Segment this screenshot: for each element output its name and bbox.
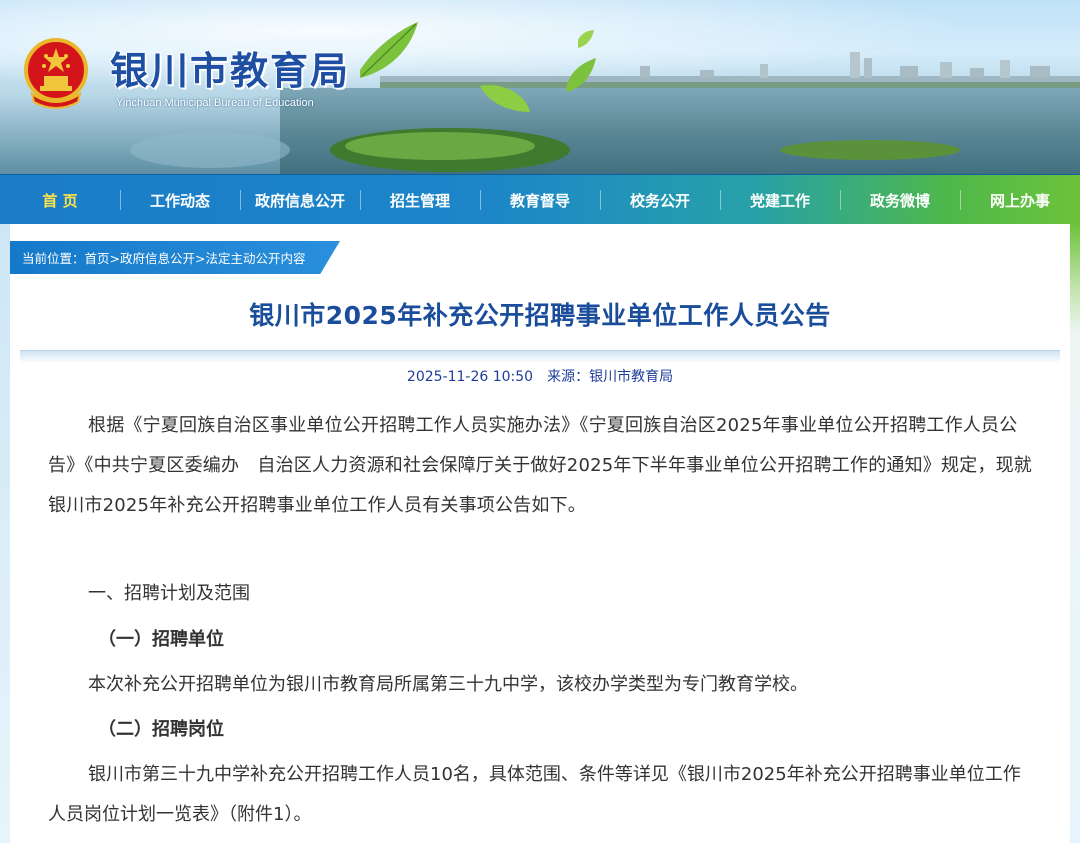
article-source: 来源：银川市教育局 <box>547 369 674 385</box>
title-divider <box>20 350 1060 363</box>
nav-item-home[interactable]: 首 页 <box>0 175 120 225</box>
nav-item-weibo[interactable]: 政务微博 <box>840 175 960 225</box>
breadcrumb: 当前位置： 首页 >政府信息公开 >法定主动公开内容 <box>10 241 340 274</box>
national-emblem-icon <box>24 38 88 109</box>
paragraph-recruiting-unit: 本次补充公开招聘单位为银川市教育局所属第三十九中学，该校办学类型为专门教育学校。 <box>88 674 808 695</box>
breadcrumb-link-gov-info[interactable]: >政府信息公开 <box>110 248 195 267</box>
subheading-recruiting-unit: （一）招聘单位 <box>98 629 224 650</box>
left-margin <box>0 224 10 843</box>
nav-item-enrollment[interactable]: 招生管理 <box>360 175 480 225</box>
breadcrumb-link-statutory[interactable]: >法定主动公开内容 <box>195 248 305 267</box>
site-title: 银川市教育局 <box>110 49 351 93</box>
section-heading-1: 一、招聘计划及范围 <box>88 583 250 604</box>
main-nav: 首 页 工作动态 政府信息公开 招生管理 教育督导 校务公开 党建工作 政务微博… <box>0 174 1080 225</box>
article-date: 2025-11-26 10:50 <box>406 369 534 385</box>
breadcrumb-prefix: 当前位置： <box>22 251 85 266</box>
nav-item-online-services[interactable]: 网上办事 <box>960 175 1080 225</box>
site-subtitle: Yinchuan Municipal Bureau of Education <box>116 97 314 109</box>
article-title: 银川市2025年补充公开招聘事业单位工作人员公告 <box>249 301 831 330</box>
nav-item-gov-info[interactable]: 政府信息公开 <box>240 175 360 225</box>
nav-item-school-affairs[interactable]: 校务公开 <box>600 175 720 225</box>
nav-item-work-news[interactable]: 工作动态 <box>120 175 240 225</box>
breadcrumb-link-home[interactable]: 首页 <box>85 248 110 267</box>
article-intro-paragraph: 根据《宁夏回族自治区事业单位公开招聘工作人员实施办法》《宁夏回族自治区2025年… <box>48 415 1033 516</box>
nav-item-supervision[interactable]: 教育督导 <box>480 175 600 225</box>
article-meta: 2025-11-26 10:50 来源：银川市教育局 <box>10 366 1070 386</box>
nav-item-party-building[interactable]: 党建工作 <box>720 175 840 225</box>
header-banner: 银川市教育局 Yinchuan Municipal Bureau of Educ… <box>0 0 1080 174</box>
paragraph-recruiting-positions: 银川市第三十九中学补充公开招聘工作人员10名，具体范围、条件等详见《银川市202… <box>48 764 1021 825</box>
subheading-recruiting-positions: （二）招聘岗位 <box>98 719 224 740</box>
right-margin <box>1070 224 1080 843</box>
